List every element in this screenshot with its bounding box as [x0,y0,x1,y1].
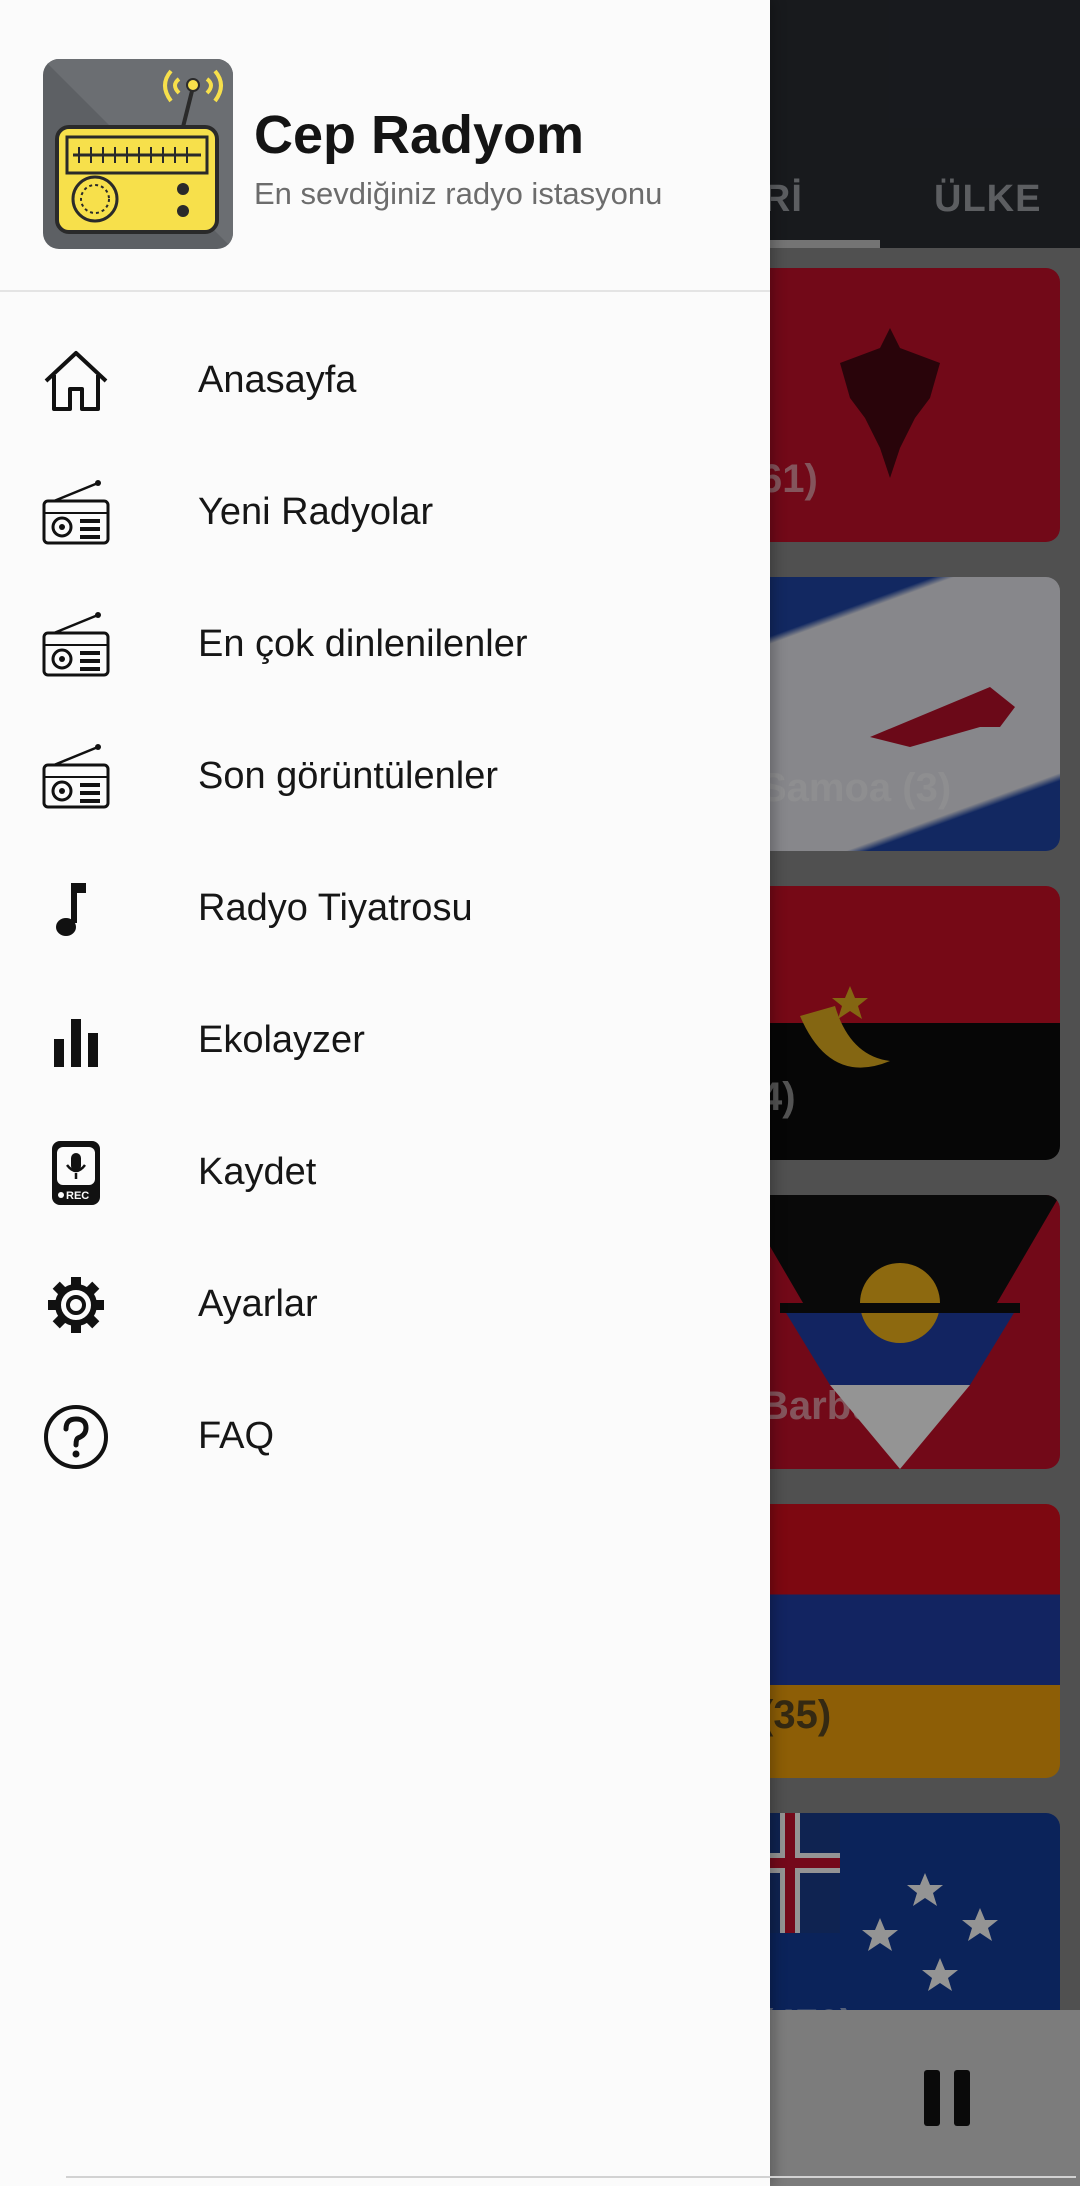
home-icon [44,351,108,411]
menu-item-recently-viewed[interactable]: Son görüntülenler [0,711,770,843]
app-tagline: En sevdiğiniz radyo istasyonu [254,176,663,211]
app-title: Cep Radyom [254,105,585,165]
pause-icon[interactable] [924,2070,972,2126]
navigation-drawer: Cep Radyom En sevdiğiniz radyo istasyonu… [0,0,770,2186]
help-icon [44,1405,108,1469]
radio-icon [42,612,110,677]
drawer-menu: Anasayfa Yeni Radyolar En çok dinlenilen… [0,315,770,1503]
menu-item-label: Son görüntülenler [198,755,498,797]
app-logo [43,59,233,249]
svg-text:REC: REC [66,1190,89,1202]
radio-icon [42,744,110,809]
menu-item-home[interactable]: Anasayfa [0,315,770,447]
radio-icon [42,480,110,545]
menu-item-faq[interactable]: FAQ [0,1371,770,1503]
menu-item-label: Anasayfa [198,359,357,401]
menu-item-radio-theatre[interactable]: Radyo Tiyatrosu [0,843,770,975]
menu-item-label: Kaydet [198,1151,317,1193]
nav-bar-divider [66,2176,1076,2178]
menu-item-label: Radyo Tiyatrosu [198,887,473,929]
menu-item-label: Yeni Radyolar [198,491,434,533]
menu-item-settings[interactable]: Ayarlar [0,1239,770,1371]
menu-item-equalizer[interactable]: Ekolayzer [0,975,770,1107]
menu-item-label: En çok dinlenilenler [198,623,528,665]
menu-item-label: Ekolayzer [198,1019,365,1061]
record-icon: REC [52,1141,100,1205]
music-note-icon [56,883,86,936]
menu-item-new-radios[interactable]: Yeni Radyolar [0,447,770,579]
menu-item-label: Ayarlar [198,1283,318,1325]
menu-item-most-listened[interactable]: En çok dinlenilenler [0,579,770,711]
drawer-header: Cep Radyom En sevdiğiniz radyo istasyonu [0,0,770,292]
menu-item-label: FAQ [198,1415,275,1457]
gear-icon [48,1277,104,1333]
menu-item-record[interactable]: REC Kaydet [0,1107,770,1239]
equalizer-icon [54,1019,98,1067]
